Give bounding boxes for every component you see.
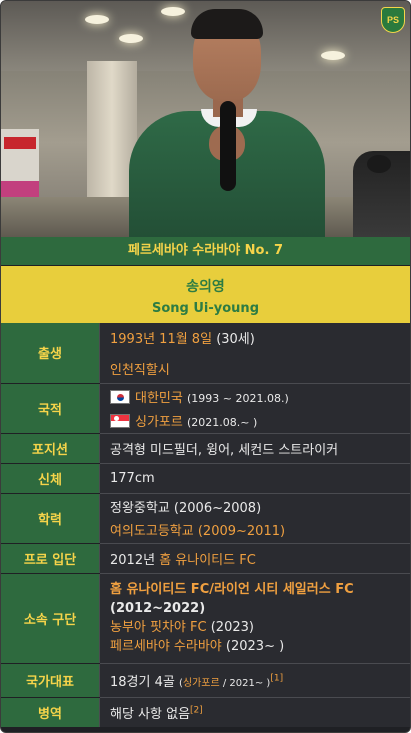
singapore-flag-icon — [110, 413, 130, 428]
national-team-link[interactable]: 싱가포르 — [183, 678, 220, 689]
player-hair — [191, 9, 263, 39]
south-korea-flag-icon — [110, 389, 130, 404]
row-birth: 출생 1993년 11월 8일 (30세) 인천직할시 — [1, 323, 410, 384]
label-education: 학력 — [1, 493, 100, 544]
club-1-period: (2012~2022) — [110, 601, 206, 616]
name-korean: 송의영 — [186, 279, 225, 295]
label-nationality: 국적 — [1, 383, 100, 434]
birth-age: (30세) — [216, 331, 255, 347]
club-2-period: (2023) — [210, 620, 254, 635]
nationality-period-2: (2021.08.~ ) — [186, 415, 258, 429]
school-1: 정왕중학교 (2006~2008) — [110, 501, 262, 516]
label-clubs: 소속 구단 — [1, 573, 100, 664]
national-period: / 2021~ ) — [219, 677, 271, 689]
reference-link-2[interactable]: [2] — [190, 705, 203, 715]
reference-link-1[interactable]: [1] — [270, 673, 283, 683]
label-birth: 출생 — [1, 323, 100, 384]
ceiling-light — [85, 15, 109, 24]
label-debut: 프로 입단 — [1, 543, 100, 574]
military-value: 해당 사항 없음 — [110, 706, 191, 722]
club-logo-icon: PS — [381, 7, 405, 33]
microphone — [220, 101, 236, 191]
photo-caption: 페르세바야 수라바야 No. 7 — [1, 237, 410, 265]
row-debut: 프로 입단 2012년 홈 유나이티드 FC — [1, 543, 410, 574]
player-photo: PS — [1, 1, 410, 237]
info-table: 출생 1993년 11월 8일 (30세) 인천직할시 국적 대한민국 (199… — [1, 323, 410, 727]
ceiling-light — [161, 7, 185, 16]
ceiling-light — [119, 34, 143, 43]
row-height: 신체 177cm — [1, 463, 410, 494]
ceiling-light — [321, 51, 345, 60]
club-2-link[interactable]: 농부아 핏차야 FC — [110, 620, 207, 635]
position-links[interactable]: 공격형 미드필더, 윙어, 세컨드 스트라이커 — [99, 433, 410, 464]
height-value: 177cm — [99, 463, 410, 494]
birth-place-link[interactable]: 인천직할시 — [110, 359, 410, 378]
photo-mirror — [367, 155, 391, 173]
name-block: 송의영 Song Ui-young — [1, 265, 410, 323]
club-3-period: (2023~ ) — [225, 639, 285, 654]
label-height: 신체 — [1, 463, 100, 494]
country-link-korea[interactable]: 대한민국 — [135, 391, 183, 406]
label-position: 포지션 — [1, 433, 100, 464]
row-clubs: 소속 구단 홈 유나이티드 FC/라이언 시티 세일러스 FC (2012~20… — [1, 573, 410, 664]
country-link-singapore[interactable]: 싱가포르 — [135, 415, 183, 430]
debut-club-link[interactable]: 홈 유나이티드 FC — [159, 553, 256, 568]
club-3-link[interactable]: 페르세바야 수라바야 — [110, 639, 222, 654]
label-national-team: 국가대표 — [1, 663, 100, 698]
label-military: 병역 — [1, 697, 100, 727]
nationality-period-1: (1993 ~ 2021.08.) — [186, 391, 289, 405]
row-position: 포지션 공격형 미드필더, 윙어, 세컨드 스트라이커 — [1, 433, 410, 464]
row-military: 병역 해당 사항 없음[2] — [1, 697, 410, 727]
birth-date-link[interactable]: 1993년 11월 8일 — [110, 332, 212, 347]
name-english: Song Ui-young — [151, 301, 259, 316]
row-education: 학력 정왕중학교 (2006~2008) 여의도고등학교 (2009~2011) — [1, 493, 410, 544]
school-2-link[interactable]: 여의도고등학교 (2009~2011) — [110, 520, 410, 539]
row-national-team: 국가대표 18경기 4골 (싱가포르 / 2021~ )[1] — [1, 663, 410, 698]
player-infobox: PS 페르세바야 수라바야 No. 7 송의영 Song Ui-young 출생… — [0, 0, 411, 733]
club-1-link[interactable]: 홈 유나이티드 FC/라이언 시티 세일러스 FC — [110, 582, 354, 597]
national-caps: 18경기 4골 — [110, 674, 175, 690]
row-nationality: 국적 대한민국 (1993 ~ 2021.08.) 싱가포르 (2021.08.… — [1, 383, 410, 434]
debut-year: 2012년 — [110, 552, 156, 568]
